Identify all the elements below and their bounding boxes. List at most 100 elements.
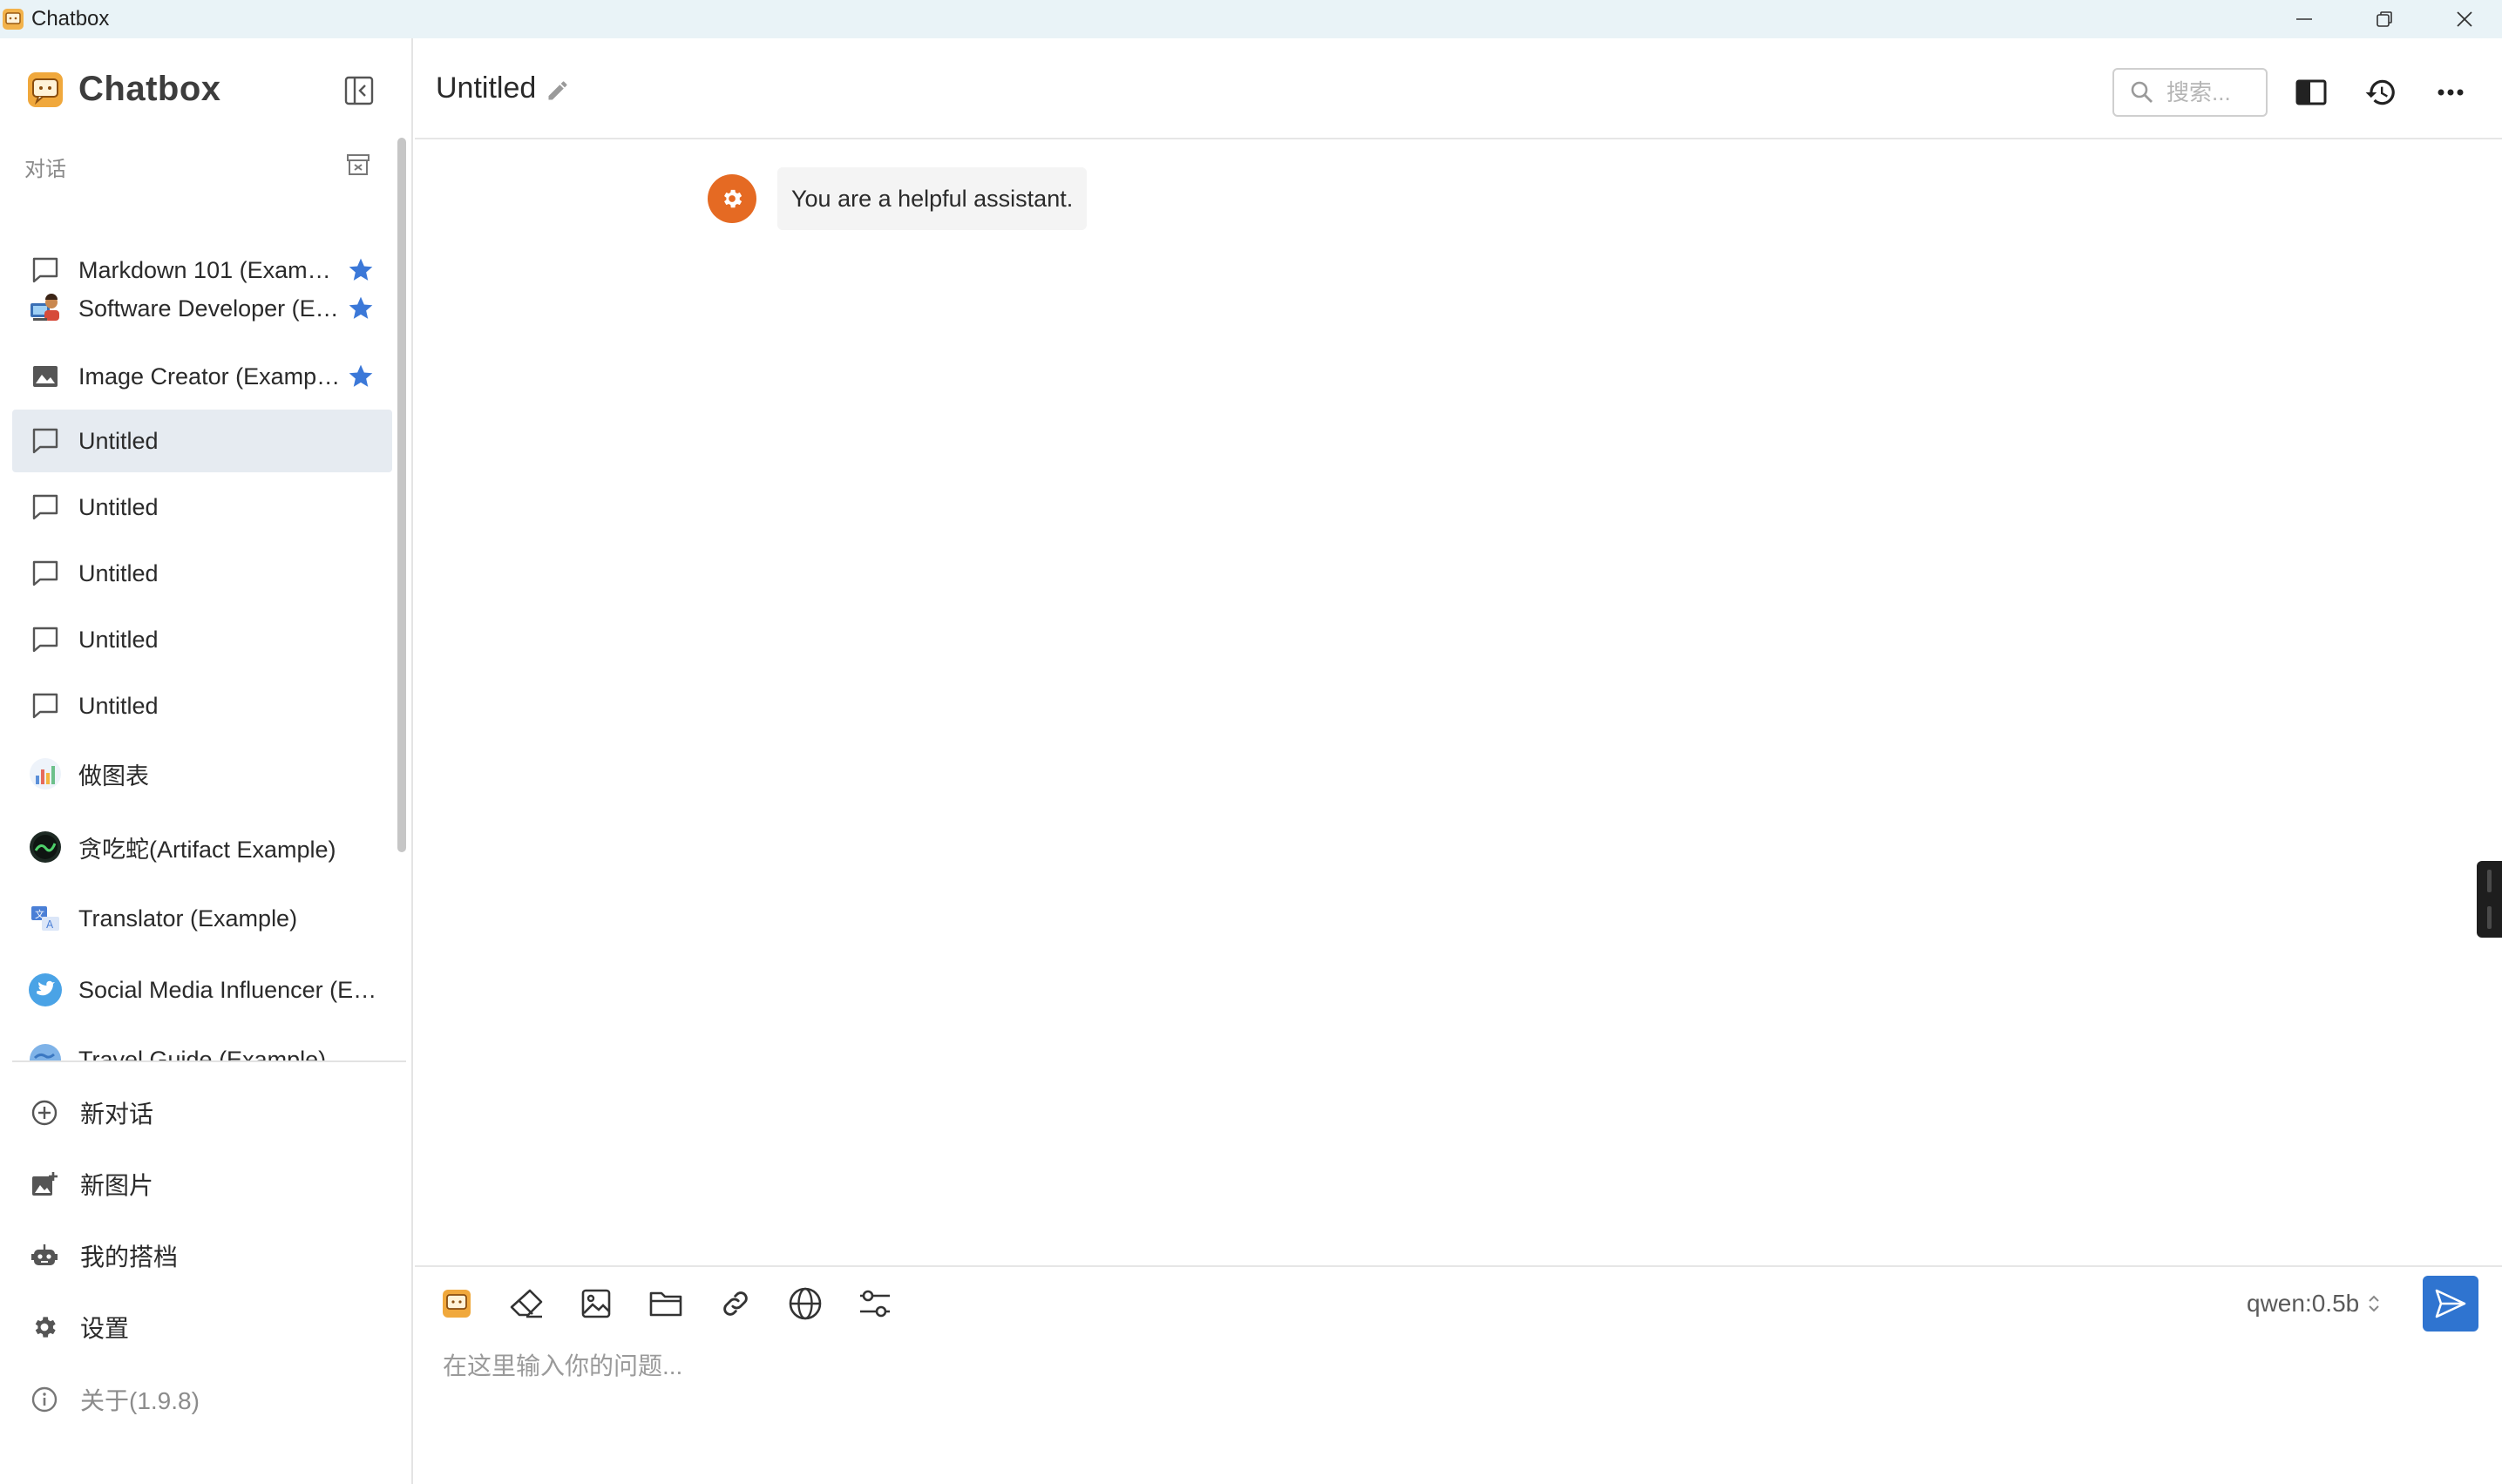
collapse-sidebar-button[interactable]: [342, 73, 376, 108]
robot-icon: [30, 1241, 59, 1271]
attach-file-button[interactable]: [643, 1281, 688, 1326]
close-button[interactable]: [2424, 0, 2502, 38]
chat-title: Untitled: [436, 71, 537, 105]
settings-button[interactable]: 设置: [30, 1301, 129, 1353]
gear-icon: [708, 174, 756, 223]
attach-image-button[interactable]: [573, 1281, 619, 1326]
chat-settings-button[interactable]: [852, 1281, 898, 1326]
sidebar-scrollbar[interactable]: [397, 138, 406, 852]
web-search-button[interactable]: [783, 1281, 828, 1326]
close-icon: [2455, 10, 2474, 29]
sliders-icon: [858, 1288, 892, 1319]
globe-avatar-icon: [28, 1042, 63, 1060]
restore-button[interactable]: [2344, 0, 2424, 38]
add-photo-icon: [30, 1169, 59, 1199]
sidebar-collapse-icon: [344, 76, 374, 105]
star-icon[interactable]: [347, 363, 375, 390]
conversation-item-image-creator[interactable]: Image Creator (Example): [12, 345, 392, 408]
more-horizontal-icon: [2437, 88, 2465, 97]
send-button[interactable]: [2423, 1276, 2478, 1332]
my-copilots-button[interactable]: 我的搭档: [30, 1230, 178, 1282]
conversation-label: Image Creator (Example): [78, 363, 342, 390]
model-selector[interactable]: qwen:0.5b: [2247, 1290, 2382, 1318]
history-button[interactable]: [2358, 70, 2404, 115]
sidebar-divider: [12, 1060, 406, 1062]
minimize-icon: [2295, 10, 2314, 29]
chat-bubble-icon: [28, 622, 63, 657]
conversation-label: Social Media Influencer (Example): [78, 976, 383, 1003]
conversation-item-chart-maker[interactable]: 做图表: [12, 742, 392, 805]
clear-context-button[interactable]: [504, 1281, 549, 1326]
image-icon: [580, 1288, 612, 1319]
conversation-label: Software Developer (Example): [78, 295, 342, 322]
conversation-item-translator[interactable]: 文A Translator (Example): [12, 887, 392, 950]
conversation-item-snake-game[interactable]: 贪吃蛇(Artifact Example): [12, 816, 392, 878]
folder-icon: [648, 1289, 683, 1318]
chat-header: Untitled: [415, 38, 2502, 139]
model-name: qwen:0.5b: [2247, 1290, 2360, 1317]
system-message: You are a helpful assistant.: [777, 167, 1088, 230]
sidebar: Chatbox 对话 Markdown 101 (Example) Softwa…: [0, 38, 413, 1484]
copilot-selector-button[interactable]: [434, 1281, 479, 1326]
about-button[interactable]: 关于(1.9.8): [30, 1373, 200, 1426]
brand-name: Chatbox: [78, 70, 221, 108]
chart-avatar-icon: [28, 756, 63, 791]
conversation-item-software-developer[interactable]: Software Developer (Example): [12, 277, 392, 340]
conversation-item-untitled-selected[interactable]: Untitled: [12, 410, 392, 472]
twitter-bird-icon: [28, 972, 63, 1007]
new-image-button[interactable]: 新图片: [30, 1158, 153, 1210]
conversation-item-untitled[interactable]: Untitled: [12, 608, 392, 671]
globe-icon: [788, 1286, 823, 1321]
conversation-item-social-media-influencer[interactable]: Social Media Influencer (Example): [12, 959, 392, 1021]
conversation-item-travel-guide[interactable]: Travel Guide (Example): [12, 1028, 392, 1060]
side-panel-handle[interactable]: [2477, 861, 2502, 938]
conversation-label: 贪吃蛇(Artifact Example): [78, 836, 336, 863]
search-box[interactable]: [2112, 68, 2268, 117]
chat-bubble-icon: [28, 688, 63, 723]
new-image-label: 新图片: [80, 1172, 154, 1199]
brand: Chatbox: [26, 70, 221, 109]
conversation-label: Untitled: [78, 493, 159, 520]
conversation-label: Untitled: [78, 692, 159, 719]
input-area: qwen:0.5b: [415, 1265, 2502, 1484]
svg-text:A: A: [46, 918, 54, 931]
my-copilots-label: 我的搭档: [80, 1243, 179, 1271]
new-chat-label: 新对话: [80, 1101, 154, 1128]
conversation-item-untitled[interactable]: Untitled: [12, 476, 392, 539]
search-icon: [2130, 80, 2154, 105]
more-options-button[interactable]: [2428, 70, 2473, 115]
system-avatar: [708, 174, 756, 223]
conversation-label: Travel Guide (Example): [78, 1046, 327, 1061]
chat-bubble-icon: [28, 490, 63, 525]
about-label: 关于(1.9.8): [80, 1387, 200, 1414]
title-bar: Chatbox: [0, 0, 2502, 38]
developer-avatar-icon: [28, 291, 63, 326]
chatbox-logo-icon: [2, 8, 24, 30]
search-input[interactable]: [2166, 78, 2262, 106]
history-icon: [2364, 76, 2397, 109]
chatbox-logo-icon: [442, 1289, 471, 1318]
star-icon[interactable]: [347, 295, 375, 322]
conversation-list: Markdown 101 (Example) Software Develope…: [12, 174, 394, 1060]
conversation-item-untitled[interactable]: Untitled: [12, 674, 392, 737]
settings-label: 设置: [80, 1315, 130, 1342]
restore-icon: [2375, 10, 2394, 29]
conversation-label: Untitled: [78, 559, 159, 586]
split-view-icon: [2295, 78, 2327, 106]
minimize-button[interactable]: [2264, 0, 2344, 38]
window-title: Chatbox: [31, 7, 110, 30]
conversation-item-untitled[interactable]: Untitled: [12, 542, 392, 605]
message-input[interactable]: [443, 1347, 2447, 1469]
new-chat-button[interactable]: 新对话: [30, 1087, 153, 1139]
gear-icon: [30, 1312, 59, 1342]
attach-link-button[interactable]: [713, 1281, 758, 1326]
link-icon: [719, 1287, 752, 1320]
conversation-label: Untitled: [78, 626, 159, 653]
pencil-icon[interactable]: [546, 78, 572, 105]
toggle-layout-button[interactable]: [2288, 70, 2334, 115]
image-icon: [28, 359, 63, 394]
snake-game-avatar-icon: [28, 830, 63, 864]
chevron-up-down-icon: [2366, 1291, 2382, 1316]
info-icon: [30, 1385, 59, 1414]
conversation-label: Untitled: [78, 427, 159, 454]
